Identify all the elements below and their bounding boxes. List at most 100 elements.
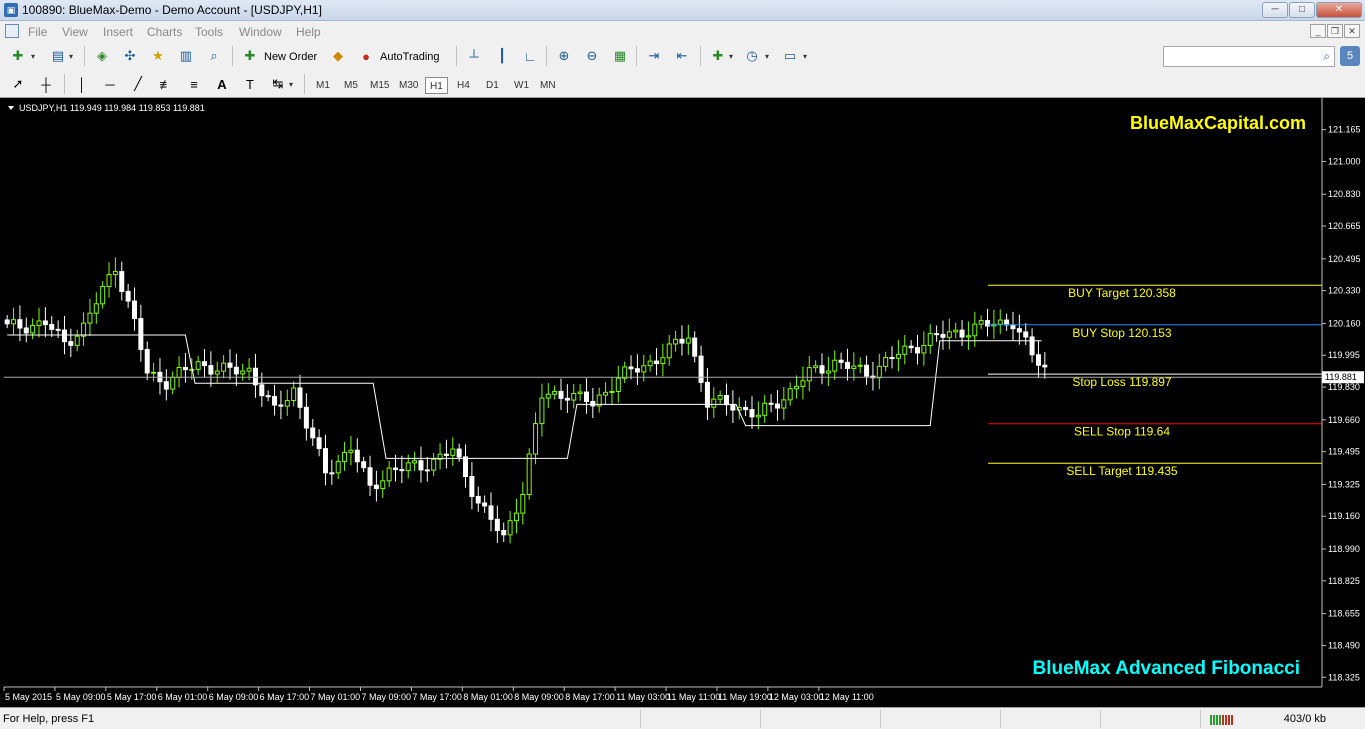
timeframe-w1[interactable]: W1 <box>510 77 533 94</box>
autotrading-button[interactable]: AutoTrading <box>380 51 440 63</box>
new-chart-icon[interactable]: ✚ <box>8 46 28 66</box>
cursor-icon[interactable]: ➚ <box>8 74 28 94</box>
horizontal-line-icon[interactable]: ─ <box>100 74 120 94</box>
data-window-icon[interactable]: ✣ <box>120 46 140 66</box>
price-tick-label: 119.995 <box>1328 350 1360 360</box>
templates-icon[interactable]: ▭ <box>780 46 800 66</box>
vertical-line-icon[interactable]: │ <box>72 74 92 94</box>
connection-status-icon[interactable] <box>1210 713 1234 725</box>
price-tick-label: 120.495 <box>1328 254 1361 264</box>
document-icon[interactable] <box>5 24 19 38</box>
candle-body <box>412 460 418 464</box>
menu-window[interactable]: Window <box>239 25 282 39</box>
price-tick-label: 121.165 <box>1328 125 1361 135</box>
market-watch-icon[interactable]: ◈ <box>92 46 112 66</box>
candle-body <box>934 333 940 336</box>
timeframe-h1[interactable]: H1 <box>425 77 448 94</box>
arrows-icon[interactable]: ↹ <box>268 74 288 94</box>
strategy-tester-icon[interactable]: ⌕ <box>204 46 224 66</box>
chevron-down-icon[interactable]: ▾ <box>726 46 736 66</box>
new-order-button[interactable]: New Order <box>264 51 317 63</box>
candle-body <box>622 366 628 379</box>
text-label-icon[interactable]: T <box>240 74 260 94</box>
crosshair-icon[interactable]: ┼ <box>36 74 56 94</box>
status-divider <box>1000 710 1001 728</box>
line-chart-icon[interactable]: ∟ <box>520 46 540 66</box>
autotrading-icon[interactable]: ● <box>356 46 376 66</box>
tile-windows-icon[interactable]: ▦ <box>610 46 630 66</box>
chevron-down-icon[interactable]: ▾ <box>286 74 296 94</box>
candle-body <box>202 361 208 367</box>
price-chart[interactable]: BUY Target 120.358 BUY Stop 120.153 Stop L… <box>0 98 1365 707</box>
price-tick-label: 118.655 <box>1328 609 1360 619</box>
menu-tools[interactable]: Tools <box>195 25 223 39</box>
candle-body <box>278 404 284 407</box>
search-input[interactable]: ⌕ <box>1163 46 1335 67</box>
candle-body <box>11 319 17 325</box>
periods-icon[interactable]: ◷ <box>742 46 762 66</box>
trendline-icon[interactable]: ╱ <box>128 74 148 94</box>
chevron-down-icon[interactable]: ▾ <box>762 46 772 66</box>
menu-insert[interactable]: Insert <box>103 25 133 39</box>
toolbar-separator <box>636 46 637 66</box>
candle-body <box>208 365 214 375</box>
candle-body <box>1004 319 1010 326</box>
metaeditor-icon[interactable]: ◆ <box>328 46 348 66</box>
indicators-icon[interactable]: ✚ <box>708 46 728 66</box>
timeframe-m15[interactable]: M15 <box>366 77 393 94</box>
candle-body <box>393 467 398 471</box>
signals-icon[interactable]: 5 <box>1340 46 1360 66</box>
candle-body <box>615 377 621 392</box>
candle-body <box>450 448 456 456</box>
zoom-in-icon[interactable]: ⊕ <box>554 46 574 66</box>
mdi-minimize-icon[interactable]: _ <box>1310 24 1326 38</box>
minimize-button[interactable]: ─ <box>1262 2 1288 18</box>
menu-help[interactable]: Help <box>296 25 321 39</box>
profiles-icon[interactable]: ▤ <box>48 46 68 66</box>
search-icon[interactable]: ⌕ <box>1323 49 1330 64</box>
new-order-icon[interactable]: ✚ <box>240 46 260 66</box>
chevron-down-icon[interactable]: ▾ <box>800 46 810 66</box>
chart-window[interactable]: BUY Target 120.358 BUY Stop 120.153 Stop L… <box>0 98 1365 707</box>
chevron-down-icon[interactable]: ▾ <box>28 46 38 66</box>
candle-body <box>246 367 252 372</box>
maximize-button[interactable]: □ <box>1289 2 1315 18</box>
candle-body <box>74 335 80 346</box>
price-tick-label: 119.160 <box>1328 511 1360 521</box>
mdi-close-icon[interactable]: ✕ <box>1344 24 1360 38</box>
text-icon[interactable]: A <box>212 74 232 94</box>
level-label-sell_target: SELL Target 119.435 <box>1066 464 1178 478</box>
timeframe-m1[interactable]: M1 <box>312 77 334 94</box>
bar-chart-icon[interactable]: ┴ <box>464 46 484 66</box>
navigator-icon[interactable]: ★ <box>148 46 168 66</box>
timeframe-d1[interactable]: D1 <box>482 77 503 94</box>
candle-body <box>749 409 755 418</box>
timeframe-h4[interactable]: H4 <box>453 77 474 94</box>
title-bar: ▣ 100890: BlueMax-Demo - Demo Account - … <box>0 0 1365 21</box>
channel-icon[interactable]: ≢ <box>156 74 176 94</box>
fibonacci-icon[interactable]: ≡ <box>184 74 204 94</box>
timeframe-m30[interactable]: M30 <box>395 77 422 94</box>
candle-body <box>558 390 564 399</box>
level-label-stop_loss: Stop Loss 119.897 <box>1072 375 1172 389</box>
candle-body <box>940 333 946 338</box>
timeframe-mn[interactable]: MN <box>536 77 560 94</box>
menu-file[interactable]: File <box>28 25 47 39</box>
mdi-restore-icon[interactable]: ❐ <box>1327 24 1343 38</box>
candle-body <box>252 367 258 386</box>
candle-body <box>176 366 182 378</box>
candle-body <box>774 403 780 409</box>
close-button[interactable]: ✕ <box>1316 2 1362 18</box>
auto-scroll-icon[interactable]: ⇥ <box>644 46 664 66</box>
terminal-icon[interactable]: ▥ <box>176 46 196 66</box>
candlestick-icon[interactable]: ┃ <box>492 46 512 66</box>
timeframe-m5[interactable]: M5 <box>340 77 362 94</box>
candle-body <box>609 390 615 393</box>
candle-body <box>539 397 545 425</box>
menu-view[interactable]: View <box>62 25 88 39</box>
chart-shift-icon[interactable]: ⇤ <box>672 46 692 66</box>
zoom-out-icon[interactable]: ⊖ <box>582 46 602 66</box>
price-tick-label: 120.830 <box>1328 189 1361 199</box>
chevron-down-icon[interactable]: ▾ <box>66 46 76 66</box>
menu-charts[interactable]: Charts <box>147 25 182 39</box>
